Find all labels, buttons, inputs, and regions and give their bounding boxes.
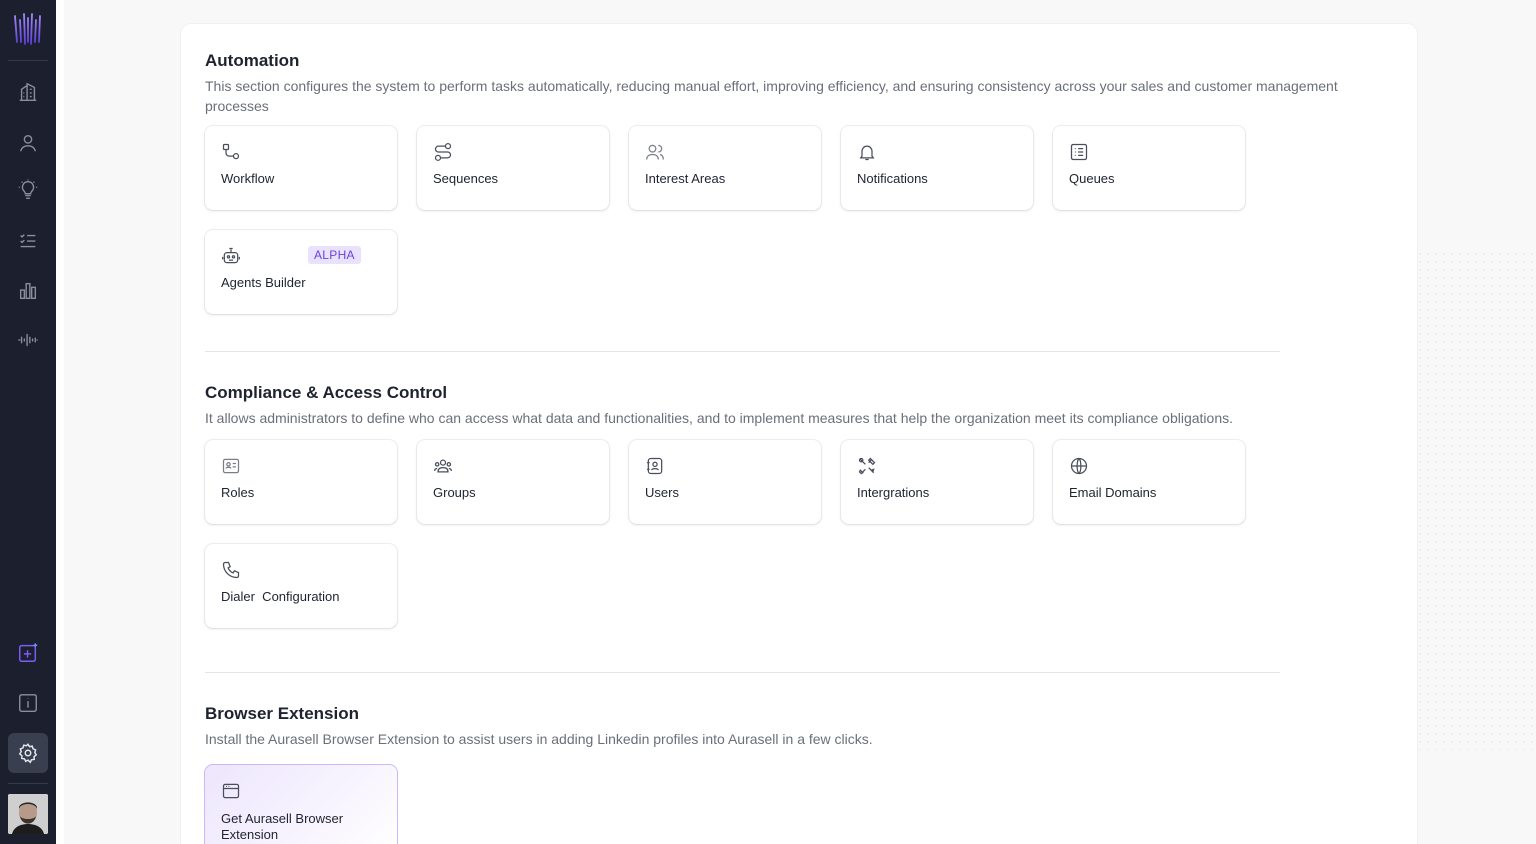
sidebar-divider [8,783,48,784]
nav-reports[interactable] [12,275,44,307]
page-edge [56,0,64,844]
card-label: Roles [221,485,255,500]
integrations-card[interactable]: Intergrations [841,440,1033,524]
gear-icon [18,743,38,764]
card-label: Workflow [221,171,275,186]
interest-areas-card[interactable]: Interest Areas [629,126,821,210]
email-domains-card[interactable]: Email Domains [1053,440,1245,524]
sidebar [0,0,56,844]
list-icon [1069,142,1091,164]
users-icon [645,142,667,164]
group-icon [433,456,455,478]
card-label: Agents Builder [221,275,306,290]
notifications-card[interactable]: Notifications [841,126,1033,210]
nav-info[interactable] [12,687,44,719]
card-label: Interest Areas [645,171,726,186]
section-divider [205,672,1280,673]
workflow-icon [221,142,243,164]
sequences-card[interactable]: Sequences [417,126,609,210]
sidebar-divider [8,60,48,61]
card-label: Get Aurasell Browser Extension [221,811,344,842]
section-title: Compliance & Access Control [205,383,448,402]
section-description: It allows administrators to define who c… [205,410,1234,426]
building-icon [19,82,37,101]
user-icon [19,134,37,152]
section-description: Install the Aurasell Browser Extension t… [205,731,873,747]
nav-settings[interactable] [8,733,48,773]
card-label: Users [645,485,679,500]
nav-calls[interactable] [12,324,44,356]
extension-cards: Get Aurasell Browser Extension [205,765,1265,844]
id-card-icon [221,456,243,478]
compliance-cards: Roles Groups Users Intergrations Email D… [205,440,1265,628]
roles-card[interactable]: Roles [205,440,397,524]
groups-card[interactable]: Groups [417,440,609,524]
aurasell-logo-icon[interactable] [12,12,44,46]
compliance-section: Compliance & Access Control It allows ad… [205,382,1355,628]
agents-builder-card[interactable]: ALPHA Agents Builder [205,230,397,314]
nav-accounts[interactable] [12,76,44,108]
alpha-badge: ALPHA [308,246,361,264]
bar-chart-icon [19,282,37,300]
card-label: Intergrations [857,485,930,500]
checklist-icon [20,234,36,248]
settings-panel: Automation This section configures the s… [181,24,1417,844]
section-divider [205,351,1280,352]
users-card[interactable]: Users [629,440,821,524]
info-icon [19,694,37,712]
dialer-configuration-card[interactable]: Dialer Configuration [205,544,397,628]
avatar[interactable] [8,794,48,834]
card-label: Sequences [433,171,499,186]
section-title: Automation [205,51,300,70]
add-sparkle-icon [19,643,38,662]
card-label: Email Domains [1069,485,1157,500]
phone-icon [221,560,243,582]
nav-create[interactable] [12,637,44,669]
waveform-icon [18,333,38,347]
globe-icon [1069,456,1091,478]
browser-extension-section: Browser Extension Install the Aurasell B… [205,703,1355,844]
robot-icon [221,246,243,268]
section-description: This section configures the system to pe… [205,78,1338,114]
contact-book-icon [645,456,667,478]
nav-insights[interactable] [12,174,44,206]
workflow-card[interactable]: Workflow [205,126,397,210]
lightbulb-icon [18,179,38,199]
bell-icon [857,142,879,164]
card-label: Notifications [857,171,928,186]
get-browser-extension-card[interactable]: Get Aurasell Browser Extension [205,765,397,844]
card-label: Dialer Configuration [221,589,340,604]
section-title: Browser Extension [205,704,359,723]
nav-tasks[interactable] [12,225,44,257]
automation-cards: Workflow Sequences Interest Areas Notifi… [205,126,1265,314]
automation-section: Automation This section configures the s… [205,50,1355,314]
nav-contacts[interactable] [12,127,44,159]
sequences-icon [433,142,455,164]
card-label: Groups [433,485,476,500]
tools-icon [857,456,879,478]
browser-window-icon [221,781,243,803]
card-label: Queues [1069,171,1115,186]
queues-card[interactable]: Queues [1053,126,1245,210]
